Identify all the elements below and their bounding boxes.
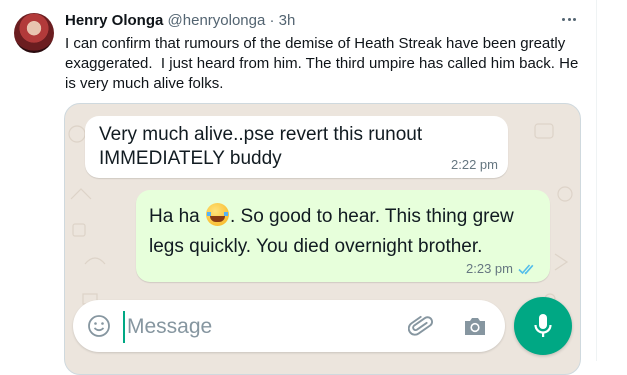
message-input[interactable]	[123, 311, 389, 343]
outgoing-message-bubble: Ha ha . So good to hear. This thing grew…	[136, 190, 550, 282]
column-divider	[596, 0, 597, 361]
tweet-media-image[interactable]: Very much alive..pse revert this runout …	[64, 103, 581, 375]
tweet-text: I can confirm that rumours of the demise…	[65, 35, 583, 92]
camera-icon[interactable]	[462, 314, 488, 338]
tears-of-joy-emoji-icon	[205, 203, 229, 226]
message-composer	[73, 300, 505, 352]
outgoing-text-start: Ha ha	[149, 206, 205, 227]
mic-icon	[534, 314, 552, 337]
header-separator: ·	[269, 12, 275, 29]
outgoing-message-time: 2:23 pm	[466, 261, 513, 276]
read-receipt-ticks-icon	[518, 263, 534, 274]
smiley-icon[interactable]	[87, 314, 111, 338]
attach-icon[interactable]	[408, 313, 434, 339]
outgoing-message-text: Ha ha . So good to hear. This thing grew…	[149, 202, 549, 262]
incoming-message-bubble: Very much alive..pse revert this runout …	[85, 116, 508, 178]
author-handle[interactable]: @henryolonga	[168, 12, 266, 29]
avatar[interactable]	[14, 13, 54, 53]
author-name[interactable]: Henry Olonga	[65, 12, 163, 29]
voice-message-button[interactable]	[514, 297, 572, 355]
incoming-message-text: Very much alive..pse revert this runout …	[99, 124, 423, 169]
tweet-header: Henry Olonga @henryolonga · 3h	[65, 11, 295, 31]
more-options-icon[interactable]	[559, 9, 579, 29]
tweet-timestamp[interactable]: 3h	[279, 12, 296, 29]
incoming-message-time: 2:22 pm	[451, 157, 498, 172]
